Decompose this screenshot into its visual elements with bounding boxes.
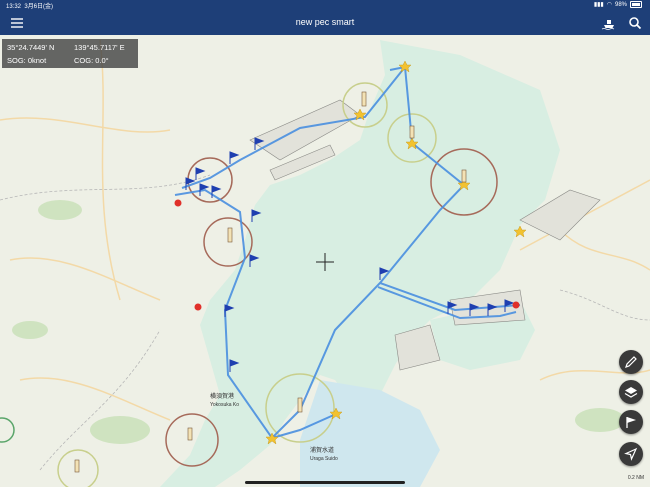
layers-icon (624, 387, 638, 398)
location-arrow-icon (624, 447, 638, 461)
battery-percent: 98% (614, 1, 627, 8)
pencil-icon (625, 356, 637, 368)
locate-button[interactable] (619, 442, 643, 466)
route-button[interactable] (619, 410, 643, 434)
signal-icon: ▮▮▮ (593, 2, 604, 8)
map-canvas[interactable]: 横須賀港 Yokosuka Ko 浦賀水道 Uraga Suido (0, 35, 650, 487)
scale-indicator: 0.2 NM (627, 475, 644, 481)
battery-icon (630, 1, 642, 8)
sog-readout: SOG: 0knot (7, 56, 47, 65)
app-title: new pec smart (295, 17, 355, 27)
layers-button[interactable] (619, 380, 643, 404)
status-right: ▮▮▮ ◠ 98% (594, 1, 642, 8)
latitude-readout: 35°24.7449' N (7, 43, 55, 52)
anchor-marker[interactable] (512, 301, 520, 309)
cog-readout: COG: 0.0° (74, 56, 109, 65)
status-bar: 13:32 3月6日(金) ▮▮▮ ◠ 98% (0, 0, 650, 10)
ship-icon[interactable] (600, 14, 618, 32)
draw-button[interactable] (619, 350, 643, 374)
label-uraga-en: Uraga Suido (310, 456, 338, 462)
home-indicator[interactable] (245, 481, 405, 484)
chart-map[interactable]: 横須賀港 Yokosuka Ko 浦賀水道 Uraga Suido (0, 35, 650, 487)
anchor-marker[interactable] (174, 199, 182, 207)
position-info-panel: 35°24.7449' N 139°45.7117' E SOG: 0knot … (2, 39, 138, 68)
flag-icon (626, 417, 636, 428)
label-uraga: 浦賀水道 (310, 446, 334, 454)
search-icon[interactable] (626, 14, 644, 32)
nav-bar: new pec smart (0, 10, 650, 35)
longitude-readout: 139°45.7117' E (74, 43, 125, 52)
anchor-marker[interactable] (194, 303, 202, 311)
label-yokosuka-en: Yokosuka Ko (210, 402, 239, 408)
wifi-icon: ◠ (606, 2, 612, 8)
status-time: 13:32 3月6日(金) (6, 4, 54, 10)
label-yokosuka: 横須賀港 (210, 392, 234, 400)
